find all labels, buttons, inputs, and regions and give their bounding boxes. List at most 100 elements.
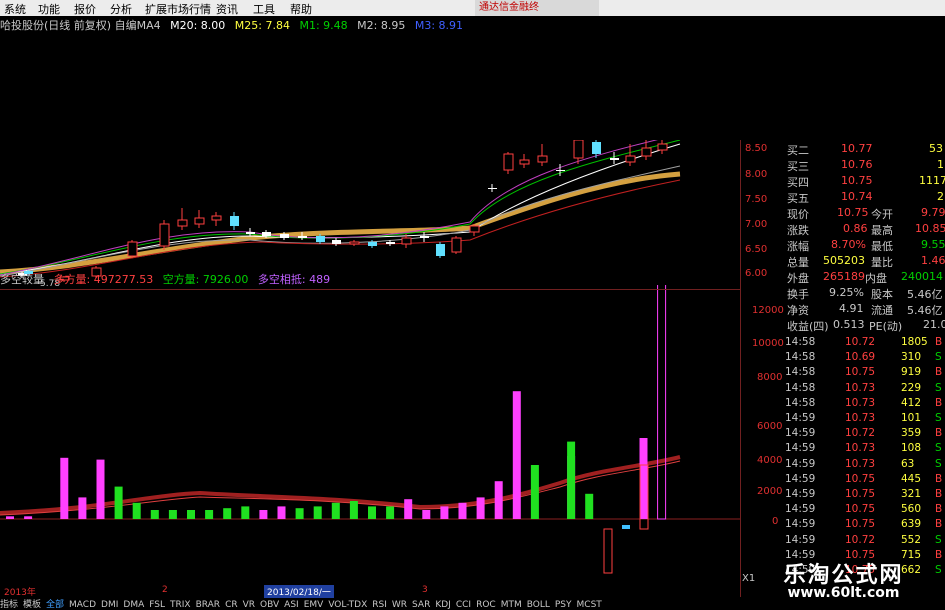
volume-bar <box>458 502 467 519</box>
tick-price: 10.72 <box>845 336 876 348</box>
candle-body <box>592 142 601 154</box>
tick-side: B <box>935 503 943 516</box>
volume-bar <box>585 493 594 519</box>
volume-indicator-line: 多空较量 多方量: 497277.53 空方量: 7926.00 多空相抵: 4… <box>0 271 336 286</box>
candle-body <box>610 158 619 160</box>
ma-value: M2: 8.95 <box>357 19 406 32</box>
watermark-text: 乐淘公式网 <box>783 563 904 588</box>
tick-price: 10.73 <box>845 381 876 394</box>
tick-price: 10.75 <box>845 503 876 516</box>
stat-row: 总量 505203 量比 1.46 <box>787 254 945 269</box>
candle-body <box>280 234 289 238</box>
volume-bar-chart[interactable] <box>0 285 740 585</box>
candle-body <box>657 143 668 151</box>
candle-body <box>451 237 462 253</box>
candle-body <box>211 215 222 221</box>
volume-bar <box>331 502 340 519</box>
candle-body <box>246 232 255 234</box>
candle-body <box>262 232 271 236</box>
tick-time: 14:58 <box>785 381 816 394</box>
tick-time: 14:58 <box>785 396 816 409</box>
volume-bar <box>639 438 648 519</box>
tick-side: B <box>935 427 943 440</box>
volume-bar <box>223 508 232 519</box>
menu-tools[interactable]: 工具 <box>253 1 275 17</box>
candle-body <box>519 159 530 165</box>
tick-side: B <box>935 518 943 531</box>
tick-price: 10.73 <box>845 412 876 424</box>
stat-row: 净资 4.91 流通 5.46亿 <box>787 302 943 317</box>
y-tick: 6.50 <box>745 244 768 255</box>
volume-bar <box>259 510 268 519</box>
candlestick-chart[interactable]: 5.78 <box>0 140 740 290</box>
tick-side: B <box>935 366 943 379</box>
tick-row: 14:59 10.75 639 B <box>783 518 945 533</box>
candle-body <box>316 236 325 242</box>
tick-side: S <box>935 442 942 455</box>
stat-row: 收益(四) 0.513 PE(动) 21.0 <box>787 318 945 333</box>
volume-bar <box>530 465 539 519</box>
menu-analysis[interactable]: 分析 <box>110 1 132 17</box>
candle-body <box>436 244 445 256</box>
tick-volume: 552 <box>901 533 922 546</box>
tick-time: 14:59 <box>785 503 816 516</box>
menu-system[interactable]: 系统 <box>4 1 26 17</box>
menu-extended-market[interactable]: 扩展市场行情 <box>145 1 211 17</box>
volume-bar <box>150 510 159 519</box>
tick-volume: 310 <box>901 351 922 364</box>
vol-y-tick: 8000 <box>757 372 783 383</box>
stat-row: 涨跌 0.86 最高 10.85 <box>787 222 945 237</box>
ma-long-line <box>0 171 681 275</box>
month-label: 3 <box>422 585 428 595</box>
volume-bar <box>205 510 214 519</box>
tick-row: 14:58 10.73 229 S <box>783 382 945 397</box>
tick-volume: 919 <box>901 366 922 379</box>
volume-bar <box>567 441 576 519</box>
tick-volume: 359 <box>901 427 922 440</box>
candle-body <box>349 241 360 245</box>
menu-quote[interactable]: 报价 <box>74 1 96 17</box>
volume-bar <box>6 516 14 519</box>
candle-body <box>556 170 565 171</box>
tick-volume: 445 <box>901 472 922 485</box>
menu-function[interactable]: 功能 <box>38 1 60 17</box>
candle-body <box>298 236 307 238</box>
bid-row: 买五 10.74 2 <box>787 190 944 205</box>
candle-body <box>230 216 239 226</box>
tick-price: 10.73 <box>845 396 876 409</box>
volume-bar <box>241 506 250 519</box>
candle-body <box>625 155 636 163</box>
menu-news[interactable]: 资讯 <box>216 1 238 17</box>
tick-volume: 108 <box>901 442 922 455</box>
volume-bar <box>404 499 413 519</box>
vol-y-tick: 6000 <box>757 421 783 432</box>
ma-value: M3: 8.91 <box>414 19 464 32</box>
tick-price: 10.69 <box>845 351 876 364</box>
tick-row: 14:59 10.73 108 S <box>783 442 945 457</box>
tick-volume: 63 <box>901 457 915 470</box>
volume-bar <box>60 457 69 519</box>
volume-bar <box>295 508 304 519</box>
candle-body <box>641 147 652 157</box>
tick-row: 14:58 10.72 1805 B <box>783 336 945 351</box>
candle-body <box>488 188 497 189</box>
volume-bar <box>114 486 123 519</box>
tick-volume: 101 <box>901 412 922 424</box>
chart-title: 哈投股份(日线 前复权) 自编MA4 <box>0 19 161 32</box>
tick-time: 14:58 <box>785 336 816 348</box>
volume-bar <box>168 510 177 519</box>
menu-help[interactable]: 帮助 <box>290 1 312 17</box>
tick-side: B <box>935 472 943 485</box>
tick-row: 14:59 10.72 359 B <box>783 427 945 442</box>
tick-time: 14:59 <box>785 533 816 546</box>
tick-volume: 229 <box>901 381 922 394</box>
tick-side: S <box>935 412 942 424</box>
tick-side: S <box>935 457 942 470</box>
volume-bar <box>476 497 485 519</box>
ad-link[interactable]: 通达信金融终 <box>475 0 599 16</box>
volume-bar <box>422 510 431 519</box>
tick-time: 14:59 <box>785 427 816 440</box>
volume-bar <box>494 481 503 519</box>
time-axis: 2013年 2 2013/02/18/一 3 <box>0 585 740 598</box>
tick-time: 14:59 <box>785 457 816 470</box>
